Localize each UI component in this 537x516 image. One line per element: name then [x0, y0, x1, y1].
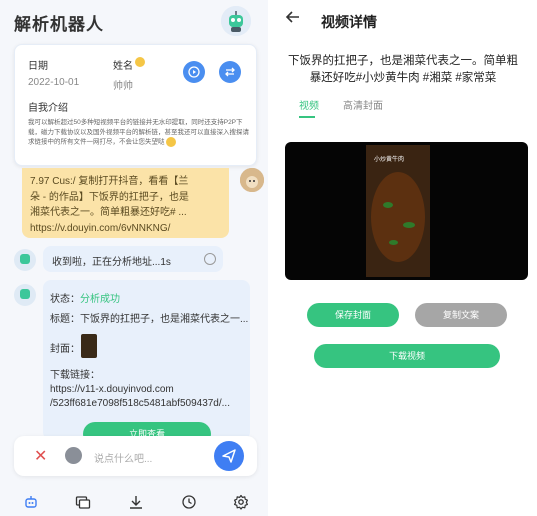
- back-arrow-icon[interactable]: [285, 9, 301, 30]
- profile-card: 日期 2022-10-01 姓名 帅帅 自我介绍 我可以解析超过50多种短视频平…: [14, 44, 257, 166]
- download-link-line[interactable]: /523ff681e7098f518c5481abf509437d/...: [50, 398, 248, 409]
- bot-status-text: 收到啦，正在分析地址...1s: [52, 257, 171, 268]
- play-circle-icon: [188, 66, 200, 78]
- swap-icon: [225, 67, 235, 77]
- video-player[interactable]: 小炒黄牛肉: [285, 142, 528, 280]
- page-title: 视频详情: [321, 14, 377, 30]
- intro-text-body: 我可以解析超过50多种短视频平台的链接并无水印提取，同时还支持P2P下载，磁力下…: [28, 119, 249, 146]
- emoji-icon[interactable]: [65, 447, 82, 464]
- cover-label: 封面：: [50, 344, 80, 355]
- bot-status-bubble: 收到啦，正在分析地址...1s: [43, 246, 223, 272]
- user-message-line: 7.97 Cus:/ 复制打开抖音，看看【兰: [30, 176, 189, 187]
- history-tab-icon[interactable]: [181, 494, 197, 510]
- video-food-detail: [383, 202, 393, 208]
- name-value: 帅帅: [113, 81, 133, 92]
- video-caption: 小炒黄牛肉: [374, 157, 405, 163]
- title-value: 下饭界的扛把子，也是湘菜代表之一...: [80, 314, 248, 325]
- tab-video[interactable]: 视频: [299, 97, 319, 112]
- active-tab-indicator: [299, 116, 315, 118]
- user-message-line: 朵 - 的作品】下饭界的扛把子，也是: [30, 191, 189, 203]
- robot-icon: [20, 254, 30, 264]
- video-food-image: [371, 172, 425, 262]
- user-avatar[interactable]: [240, 168, 264, 192]
- video-detail-screen: 视频详情 下饭界的扛把子，也是湘菜代表之一。简单粗暴还好吃#小炒黄牛肉 #湘菜 …: [269, 0, 537, 516]
- download-tab-icon[interactable]: [128, 494, 144, 510]
- play-button[interactable]: [183, 61, 205, 83]
- robot-icon: [221, 6, 251, 36]
- media-tab-icon[interactable]: [75, 494, 91, 510]
- video-food-detail: [403, 222, 415, 228]
- download-video-button[interactable]: 下载视频: [314, 344, 500, 368]
- download-link-line[interactable]: https://v11-x.douyinvod.com: [50, 384, 174, 395]
- name-emoji-icon: [135, 57, 145, 67]
- top-bar: 解析机器人: [0, 0, 268, 40]
- title-label: 标题：: [50, 314, 80, 325]
- user-message-line: 湘菜代表之一。简单粗暴还好吃# ...: [30, 207, 187, 218]
- robot-tab-icon[interactable]: [23, 494, 39, 510]
- chat-input-bar: ✕ 说点什么吧...: [14, 436, 257, 476]
- tab-hd-cover[interactable]: 高清封面: [343, 97, 383, 112]
- save-cover-button[interactable]: 保存封面: [307, 303, 399, 327]
- date-value: 2022-10-01: [28, 77, 80, 88]
- cat-avatar-icon: [240, 168, 264, 192]
- copy-text-button[interactable]: 复制文案: [415, 303, 507, 327]
- send-icon: [222, 449, 236, 463]
- date-label: 日期: [28, 61, 48, 72]
- download-label: 下载链接：: [50, 370, 100, 381]
- status-row: 状态：分析成功: [50, 290, 120, 305]
- intro-title: 自我介绍: [28, 103, 68, 114]
- bottom-tab-bar: [0, 486, 268, 516]
- robot-avatar[interactable]: [221, 6, 251, 36]
- app-title: 解析机器人: [14, 15, 104, 34]
- send-button[interactable]: [214, 441, 244, 471]
- user-message-line: https://v.douyin.com/6vNNKNG/: [30, 222, 171, 234]
- refresh-icon[interactable]: [204, 253, 216, 265]
- close-icon[interactable]: ✕: [34, 446, 47, 466]
- robot-icon: [20, 289, 30, 299]
- title-row: 标题：下饭界的扛把子，也是湘菜代表之一...: [50, 310, 248, 325]
- status-value: 分析成功: [80, 294, 120, 305]
- smile-emoji-icon: [166, 137, 177, 148]
- status-label: 状态：: [50, 294, 80, 305]
- video-description: 下饭界的扛把子，也是湘菜代表之一。简单粗暴还好吃#小炒黄牛肉 #湘菜 #家常菜: [288, 55, 518, 84]
- chat-input[interactable]: 说点什么吧...: [94, 450, 152, 465]
- result-bubble: 状态：分析成功 标题：下饭界的扛把子，也是湘菜代表之一... 封面： 下载链接：…: [43, 280, 250, 446]
- bot-avatar: [14, 284, 36, 306]
- switch-button[interactable]: [219, 61, 241, 83]
- intro-text: 我可以解析超过50多种短视频平台的链接并无水印提取，同时还支持P2P下载，磁力下…: [28, 118, 250, 148]
- user-message-bubble[interactable]: 7.97 Cus:/ 复制打开抖音，看看【兰 朵 - 的作品】下饭界的扛把子，也…: [22, 168, 229, 238]
- chat-screen: 解析机器人 日期 2022-10-01 姓名 帅帅 自我介绍 我可以解析超过50…: [0, 0, 268, 516]
- bot-avatar: [14, 249, 36, 271]
- video-food-detail: [389, 240, 398, 245]
- name-label: 姓名: [113, 61, 133, 72]
- cover-thumbnail[interactable]: [81, 334, 97, 358]
- settings-tab-icon[interactable]: [233, 494, 249, 510]
